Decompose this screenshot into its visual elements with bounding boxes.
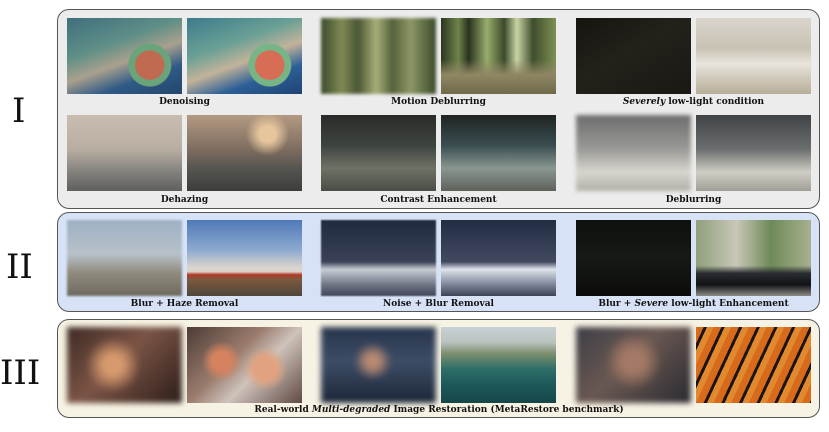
forest-degraded-image <box>321 18 436 94</box>
tiger-restored-image <box>696 327 811 403</box>
room-restored-image <box>696 18 811 94</box>
caption-severely-word: Severely <box>622 97 666 107</box>
car-degraded-image <box>576 220 691 296</box>
caption-real-world: Real-world Multi-degraded Image Restorat… <box>67 405 811 415</box>
caption-multi-degraded-word: Multi-degraded <box>311 405 391 415</box>
caption-blur-severe-lowlight: Blur + Severe low-light Enhancement <box>576 299 811 309</box>
snow-restored-image <box>441 220 556 296</box>
lobby-restored-image <box>441 115 556 191</box>
haze-restored-image <box>187 115 302 191</box>
row-label-iii: III <box>0 353 41 393</box>
harbor-restored-image <box>187 18 302 94</box>
caption-realworld-prefix: Real-world <box>254 405 312 415</box>
room-degraded-image <box>576 18 691 94</box>
sky-restored-image <box>187 220 302 296</box>
caption-severe-lowlight: Severely low-light condition <box>576 97 811 107</box>
octopus-restored-image <box>187 327 302 403</box>
caption-blur-haze: Blur + Haze Removal <box>130 299 239 309</box>
octopus-degraded-image <box>67 327 182 403</box>
row-label-i: I <box>12 91 26 131</box>
tiger-degraded-image <box>576 327 691 403</box>
cliff-degraded-image <box>321 327 436 403</box>
caption-blur-prefix: Blur + <box>598 299 635 309</box>
haze-degraded-image <box>67 115 182 191</box>
caption-deblurring: Deblurring <box>665 195 722 205</box>
harbor-degraded-image <box>67 18 182 94</box>
caption-noise-blur: Noise + Blur Removal <box>383 299 494 309</box>
snow-degraded-image <box>321 220 436 296</box>
caption-severe-word: Severe <box>634 299 669 309</box>
caption-realworld-suffix: Image Restoration (MetaRestore benchmark… <box>390 405 624 415</box>
caption-lowlight-rest: low-light condition <box>665 97 765 107</box>
forest-restored-image <box>441 18 556 94</box>
cliff-restored-image <box>441 327 556 403</box>
row-label-ii: II <box>6 247 33 287</box>
caption-enhancement-suffix: low-light Enhancement <box>668 299 789 309</box>
caption-contrast-enhancement: Contrast Enhancement <box>380 195 497 205</box>
sky-degraded-image <box>67 220 182 296</box>
street-restored-image <box>696 115 811 191</box>
caption-dehazing: Dehazing <box>160 195 209 205</box>
caption-denoising: Denoising <box>159 97 210 107</box>
lobby-degraded-image <box>321 115 436 191</box>
car-restored-image <box>696 220 811 296</box>
street-degraded-image <box>576 115 691 191</box>
caption-motion-deblurring: Motion Deblurring <box>391 97 486 107</box>
